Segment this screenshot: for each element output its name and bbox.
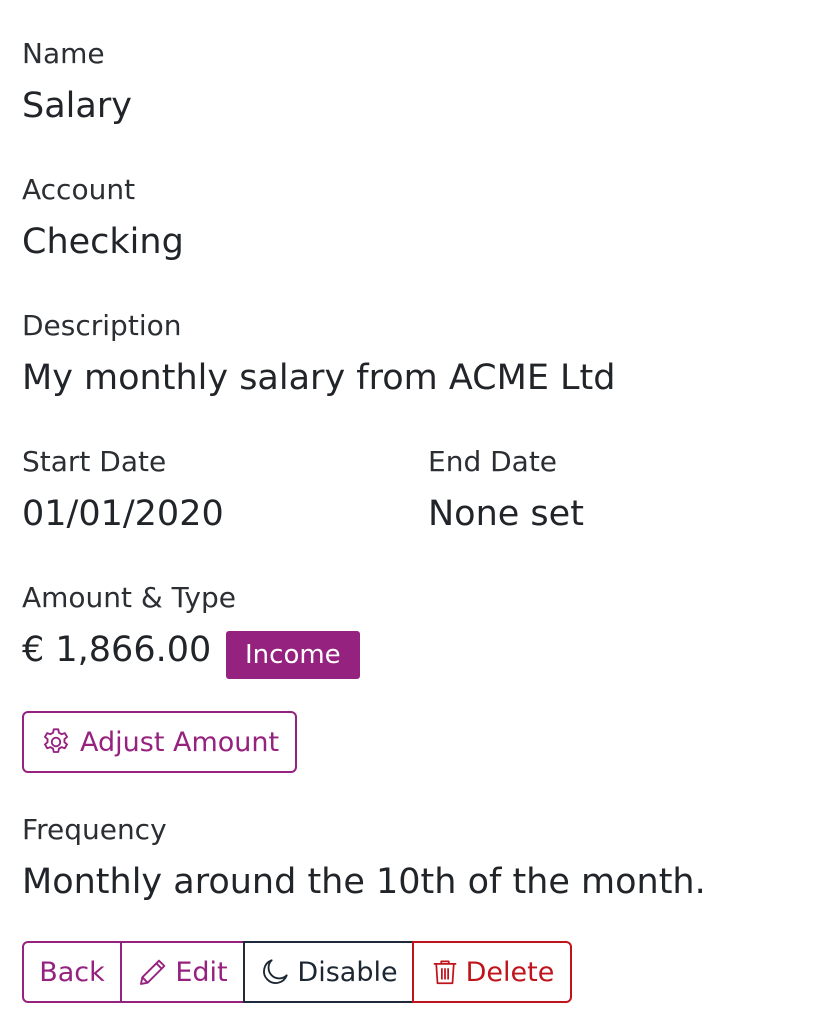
account-value: Checking (22, 222, 184, 262)
adjust-amount-button[interactable]: Adjust Amount (22, 711, 298, 773)
frequency-label: Frequency (22, 813, 167, 846)
back-label: Back (39, 956, 105, 988)
name-label: Name (22, 37, 105, 70)
frequency-value: Monthly around the 10th of the month. (22, 862, 706, 902)
disable-button[interactable]: Disable (243, 941, 414, 1003)
amount-value: € 1,866.00 (22, 630, 212, 670)
trash-icon (430, 956, 460, 988)
moon-icon (259, 956, 291, 988)
pencil-icon (137, 956, 169, 988)
start-date-value: 01/01/2020 (22, 494, 224, 534)
gear-icon (40, 726, 72, 758)
name-value: Salary (22, 86, 132, 126)
adjust-amount-label: Adjust Amount (80, 726, 280, 758)
edit-label: Edit (175, 956, 228, 988)
delete-button[interactable]: Delete (412, 941, 572, 1003)
amount-type-label: Amount & Type (22, 581, 236, 614)
description-label: Description (22, 309, 182, 342)
end-date-label: End Date (428, 445, 558, 478)
disable-label: Disable (297, 956, 398, 988)
edit-button[interactable]: Edit (120, 941, 245, 1003)
account-label: Account (22, 173, 136, 206)
back-button[interactable]: Back (22, 941, 122, 1003)
action-button-group: Back Edit Disable Delete (22, 941, 572, 1003)
delete-label: Delete (465, 956, 555, 988)
description-value: My monthly salary from ACME Ltd (22, 358, 616, 398)
start-date-label: Start Date (22, 445, 167, 478)
end-date-value: None set (428, 494, 584, 534)
type-badge: Income (226, 631, 360, 679)
